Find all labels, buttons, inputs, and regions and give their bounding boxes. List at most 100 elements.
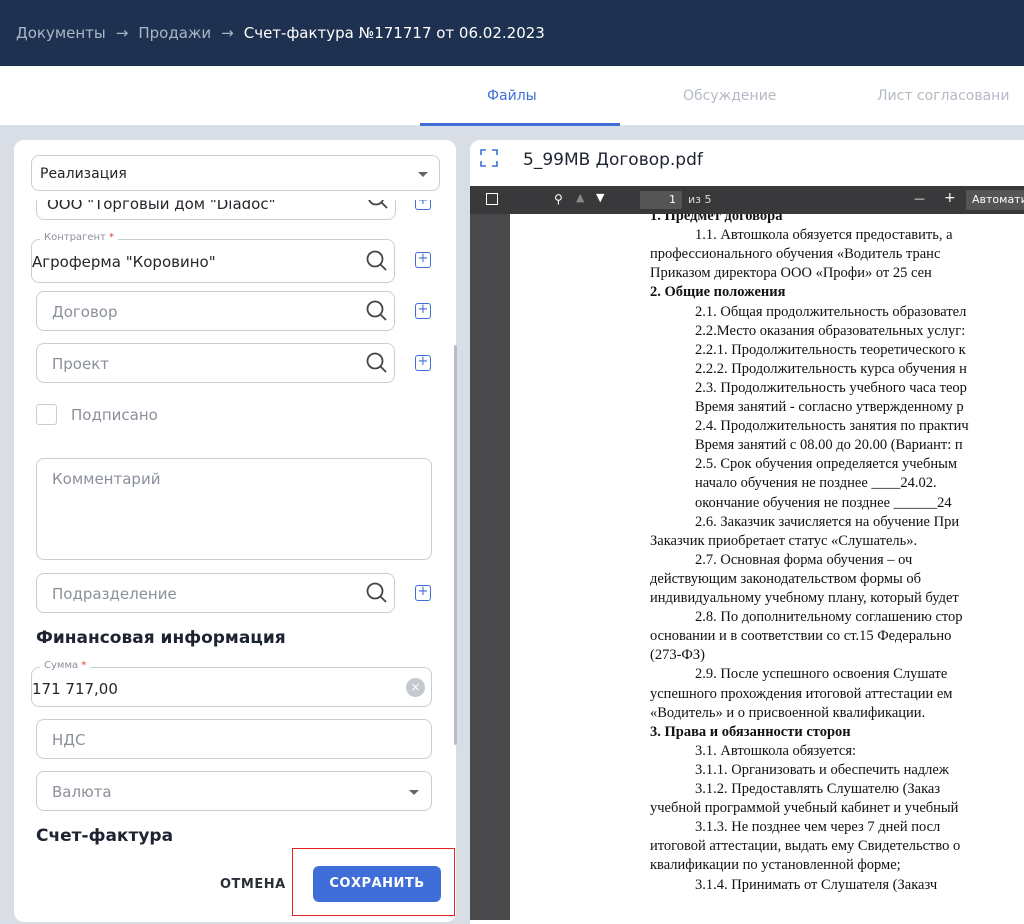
pdf-text-line: 3. Права и обязанности сторон (650, 723, 851, 740)
pdf-text-line: 2.8. По дополнительному соглашению стор (695, 609, 963, 626)
pdf-text-line: Приказом директора ООО «Профи» от 25 сен (650, 265, 932, 282)
pdf-text-line: квалификации по установленной форме; (650, 857, 901, 874)
project-placeholder: Проект (52, 355, 110, 373)
comment-placeholder: Комментарий (52, 470, 161, 488)
chevron-down-icon (418, 172, 428, 177)
top-bar: Документы → Продажи → Счет-фактура №1717… (0, 0, 1024, 66)
pdf-text-line: 3.1. Автошкола обязуется: (695, 742, 857, 759)
pdf-text-line: учебной программой учебный кабинет и уче… (650, 800, 959, 817)
pdf-text-line: 2.2.Место оказания образовательных услуг… (695, 322, 966, 339)
tab-files[interactable]: Файлы (487, 88, 537, 104)
amount-field[interactable]: Сумма * 171 717,00 × (31, 660, 432, 707)
expand-icon[interactable] (480, 149, 498, 167)
pdf-text-line: итоговой аттестации, выдать ему Свидетел… (650, 838, 961, 855)
breadcrumb-separator: → (221, 24, 234, 42)
highlight-outline (292, 848, 455, 916)
pdf-text-line: Время занятий - согласно утвержденному р (695, 399, 964, 415)
clear-icon[interactable]: × (406, 678, 425, 697)
pdf-text-line: (273-ФЗ) (650, 647, 705, 664)
search-icon[interactable] (367, 200, 389, 210)
pdf-text-line: 2.4. Продолжительность занятия по практи… (695, 418, 969, 435)
vat-field[interactable]: НДС (36, 719, 432, 759)
comment-textarea[interactable]: Комментарий (36, 458, 432, 560)
department-placeholder: Подразделение (52, 585, 177, 603)
pdf-text-line: Заказчик приобретает статус «Слушатель». (650, 532, 918, 549)
counterparty-label: Контрагент * (40, 232, 119, 243)
pdf-text-line: 2.5. Срок обучения определяется учебным (695, 456, 958, 473)
pdf-text-line: 2.7. Основная форма обучения – оч (695, 551, 913, 568)
breadcrumb-documents[interactable]: Документы (16, 24, 106, 42)
invoice-section-heading: Счет-фактура (36, 826, 174, 846)
file-name: 5_99MB Договор.pdf (523, 150, 703, 170)
zoom-in-icon[interactable]: + (944, 190, 956, 206)
tab-discussion[interactable]: Обсуждение (683, 88, 776, 104)
amount-value: 171 717,00 (32, 680, 118, 698)
counterparty-field[interactable]: Контрагент * Агроферма "Коровино" (31, 232, 395, 283)
cancel-button[interactable]: ОТМЕНА (220, 877, 286, 892)
prev-page-icon[interactable]: ▲ (576, 191, 584, 204)
add-organization-icon[interactable]: + (415, 200, 431, 210)
pdf-text-line: индивидуальному учебному плану, который … (650, 590, 959, 606)
document-type-select[interactable]: Реализация (31, 155, 440, 191)
signed-label: Подписано (71, 406, 158, 424)
sidebar-toggle-icon[interactable] (486, 193, 498, 205)
project-field[interactable]: Проект (36, 343, 395, 383)
active-tab-indicator (420, 123, 620, 126)
pdf-text-line: 1. Предмет договора (650, 214, 783, 224)
currency-placeholder: Валюта (52, 783, 112, 801)
pdf-text-line: 3.1.4. Принимать от Слушателя (Заказч (695, 876, 938, 893)
pdf-text-line: Время занятий с 08.00 до 20.00 (Вариант:… (695, 437, 963, 454)
pdf-text-line: профессионального обучения «Водитель тра… (650, 246, 941, 263)
pdf-text-line: 2.9. После успешного освоения Слушате (695, 666, 948, 683)
pdf-text-line: 2. Общие положения (650, 284, 786, 301)
next-page-icon[interactable]: ▼ (596, 191, 604, 204)
add-department-icon[interactable]: + (415, 585, 431, 601)
search-icon[interactable] (366, 300, 388, 322)
pdf-text-line: основании и в соответствии со ст.15 Феде… (650, 628, 952, 645)
pdf-toolbar: ⚲ ▲ ▼ 1 из 5 — + Автомати (470, 186, 1024, 214)
breadcrumb-sales[interactable]: Продажи (138, 24, 211, 42)
organization-value: ООО "Торговый дом "Diadoc" (47, 200, 276, 213)
pdf-text-line: 3.1.2. Предоставлять Слушателю (Заказ (695, 781, 941, 797)
search-icon[interactable] (366, 582, 388, 604)
page-number-input[interactable]: 1 (640, 191, 682, 209)
organization-field-clip: ООО "Торговый дом "Diadoc" + (36, 200, 432, 222)
pdf-page: 1. Предмет договора 1.1. Автошкола обязуе… (510, 214, 1024, 920)
add-contract-icon[interactable]: + (415, 303, 431, 319)
signed-checkbox[interactable] (36, 404, 57, 425)
search-icon[interactable] (366, 250, 388, 272)
pdf-text-line: 2.3. Продолжительность учебного часа тео… (695, 379, 967, 396)
organization-field[interactable]: ООО "Торговый дом "Diadoc" (36, 200, 396, 220)
contract-field[interactable]: Договор (36, 291, 395, 331)
form-scrollbar[interactable] (454, 345, 457, 745)
search-icon[interactable]: ⚲ (554, 192, 563, 206)
counterparty-value: Агроферма "Коровино" (32, 253, 216, 271)
pdf-text-line: 2.2.1. Продолжительность теоретического … (695, 341, 966, 358)
add-counterparty-icon[interactable]: + (415, 252, 431, 268)
chevron-down-icon (409, 790, 419, 795)
zoom-select[interactable]: Автомати (966, 190, 1024, 210)
tab-approval-sheet[interactable]: Лист согласовани (877, 88, 1009, 104)
pdf-text-line: действующим законодательством формы об (650, 570, 922, 587)
page-count: из 5 (688, 193, 712, 206)
currency-select[interactable]: Валюта (36, 771, 432, 811)
pdf-canvas: 1. Предмет договора 1.1. Автошкола обязуе… (470, 214, 1024, 920)
department-field[interactable]: Подразделение (36, 573, 395, 613)
finance-section-heading: Финансовая информация (36, 628, 286, 648)
pdf-text-line: «Водитель» и о присвоенной квалификации. (650, 704, 926, 721)
add-project-icon[interactable]: + (415, 355, 431, 371)
pdf-text-line: окончание обучения не позднее ______24 (695, 494, 952, 511)
pdf-text-line: 2.6. Заказчик зачисляется на обучение Пр… (695, 513, 960, 530)
vat-placeholder: НДС (52, 731, 86, 749)
pdf-text-line: начало обучения не позднее ____24.02. (695, 475, 937, 492)
pdf-text-line: 3.1.1. Организовать и обеспечить надлеж (695, 761, 949, 778)
zoom-out-icon[interactable]: — (914, 192, 925, 205)
document-type-value: Реализация (40, 166, 127, 182)
contract-placeholder: Договор (52, 303, 118, 321)
pdf-text-line: 3.1.3. Не позднее чем через 7 дней посл (695, 819, 941, 836)
amount-label: Сумма * (40, 660, 91, 671)
search-icon[interactable] (366, 352, 388, 374)
pdf-text-line: успешного прохождения итоговой аттестаци… (650, 685, 953, 702)
pdf-text-line: 2.2.2. Продолжительность курса обучения … (695, 360, 967, 377)
page-title: Счет-фактура №171717 от 06.02.2023 (243, 24, 545, 42)
